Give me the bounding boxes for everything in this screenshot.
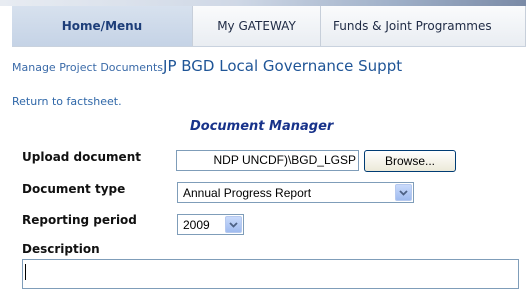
reporting-period-select[interactable]: 2009 — [177, 214, 244, 235]
tab-home-menu[interactable]: Home/Menu — [12, 6, 193, 46]
tab-my-gateway[interactable]: My GATEWAY — [193, 6, 321, 46]
reporting-period-value: 2009 — [183, 218, 210, 232]
description-label: Description — [22, 242, 100, 256]
document-type-select[interactable]: Annual Progress Report — [177, 182, 414, 203]
return-to-factsheet-link[interactable]: Return to factsheet. — [12, 95, 122, 108]
main-nav-tabs: Home/Menu My GATEWAY Funds & Joint Progr… — [12, 6, 526, 47]
text-caret — [25, 264, 26, 280]
chevron-down-icon[interactable] — [225, 216, 242, 233]
reporting-period-label: Reporting period — [22, 213, 137, 227]
chevron-down-icon[interactable] — [395, 184, 412, 201]
document-type-label: Document type — [22, 182, 126, 196]
manage-project-documents-link[interactable]: Manage Project Documents — [12, 61, 163, 74]
document-type-value: Annual Progress Report — [183, 186, 312, 200]
upload-file-path-input[interactable]: NDP UNCDF)\BGD_LGSP — [176, 150, 359, 171]
document-manager-title: Document Manager — [190, 119, 334, 134]
tab-funds-joint-programmes[interactable]: Funds & Joint Programmes — [321, 6, 526, 46]
breadcrumb: Manage Project DocumentsJP BGD Local Gov… — [12, 56, 402, 75]
upload-document-label: Upload document — [22, 150, 141, 164]
browse-button[interactable]: Browse... — [364, 150, 456, 172]
project-title: JP BGD Local Governance Suppt — [163, 57, 403, 75]
